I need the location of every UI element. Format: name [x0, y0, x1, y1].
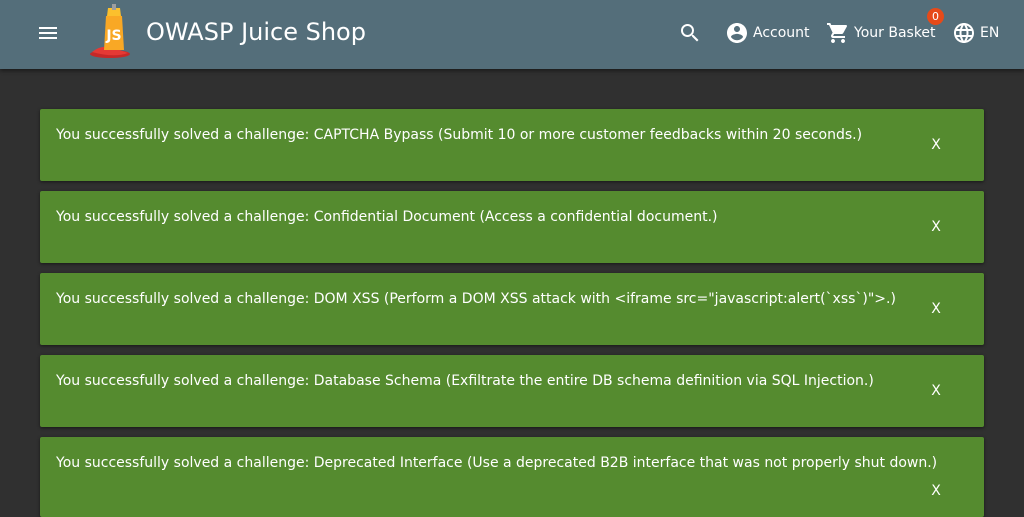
language-label: EN: [980, 25, 1000, 41]
notification-message: You successfully solved a challenge: DOM…: [56, 291, 896, 307]
account-button[interactable]: Account: [725, 13, 810, 53]
notification-message: You successfully solved a challenge: Dat…: [56, 373, 874, 389]
account-label: Account: [753, 25, 810, 41]
svg-text:JS: JS: [105, 28, 121, 44]
main-content: You successfully solved a challenge: CAP…: [0, 69, 1024, 517]
menu-button[interactable]: [28, 13, 68, 53]
notification-close-button[interactable]: X: [920, 479, 952, 503]
notification-close-button[interactable]: X: [920, 133, 952, 157]
challenge-solved-notification: You successfully solved a challenge: CAP…: [40, 109, 984, 181]
top-toolbar: JS OWASP Juice Shop Account Your Basket …: [0, 0, 1024, 69]
menu-icon: [39, 27, 57, 39]
language-button[interactable]: EN: [952, 13, 999, 53]
notification-message: You successfully solved a challenge: CAP…: [56, 127, 863, 143]
challenge-solved-notification: You successfully solved a challenge: Dat…: [40, 355, 984, 427]
basket-button[interactable]: Your Basket: [826, 13, 936, 53]
challenge-solved-notification: You successfully solved a challenge: Con…: [40, 191, 984, 263]
app-title[interactable]: OWASP Juice Shop: [146, 15, 366, 49]
challenge-solved-notification: You successfully solved a challenge: Dep…: [40, 437, 984, 517]
basket-label: Your Basket: [854, 25, 936, 41]
notification-close-button[interactable]: X: [920, 379, 952, 403]
basket-count-badge: 0: [927, 8, 944, 25]
language-icon: [954, 23, 974, 43]
notification-message: You successfully solved a challenge: Con…: [56, 209, 718, 225]
notification-close-button[interactable]: X: [920, 297, 952, 321]
shopping-cart-icon: [827, 23, 848, 43]
notification-message: You successfully solved a challenge: Dep…: [56, 455, 938, 471]
account-circle-icon: [727, 23, 747, 43]
search-icon: [681, 24, 699, 42]
notification-close-button[interactable]: X: [920, 215, 952, 239]
challenge-solved-notification: You successfully solved a challenge: DOM…: [40, 273, 984, 345]
juice-shop-logo[interactable]: JS: [88, 4, 138, 60]
search-button[interactable]: [670, 13, 710, 53]
